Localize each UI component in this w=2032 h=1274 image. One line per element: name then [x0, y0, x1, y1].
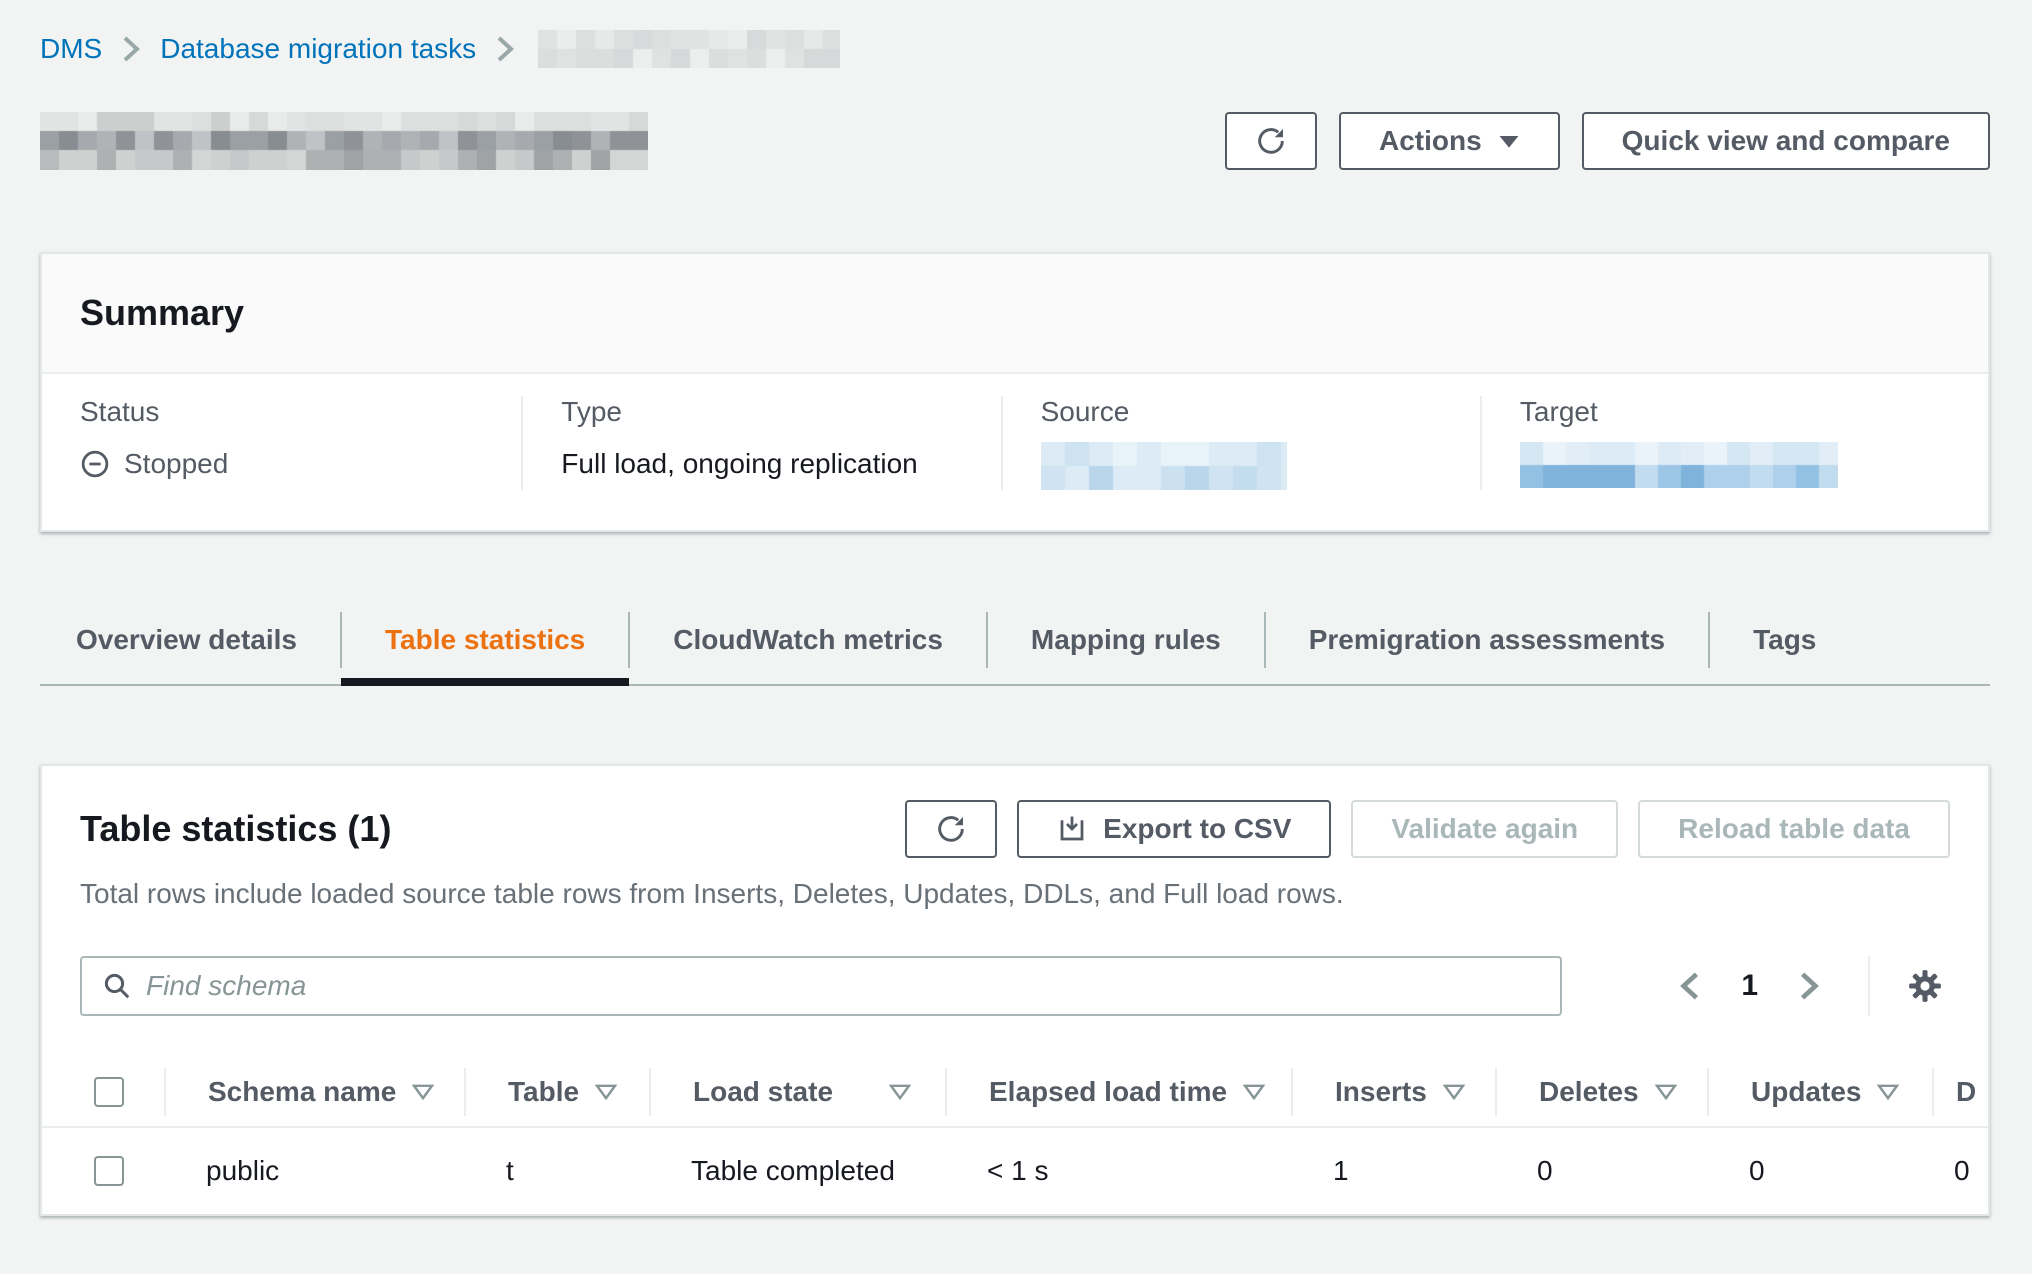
settings-gear-button[interactable] — [1900, 961, 1950, 1011]
column-header-table[interactable]: Table — [464, 1068, 649, 1116]
select-all-checkbox[interactable] — [94, 1077, 124, 1107]
column-header-elapsed-load-time[interactable]: Elapsed load time — [945, 1068, 1291, 1116]
column-label: Load state — [693, 1076, 833, 1108]
column-header-load-state[interactable]: Load state — [649, 1068, 945, 1116]
column-label: Deletes — [1539, 1076, 1639, 1108]
tab-mapping-rules[interactable]: Mapping rules — [987, 596, 1265, 684]
tab-bar: Overview detailsTable statisticsCloudWat… — [40, 596, 1990, 686]
caret-down-icon — [1498, 134, 1520, 149]
status-value: Stopped — [124, 448, 228, 480]
cell-inserts: 1 — [1291, 1155, 1495, 1187]
column-label: Elapsed load time — [989, 1076, 1227, 1108]
tab-overview-details[interactable]: Overview details — [40, 596, 341, 684]
cell-table: t — [464, 1155, 649, 1187]
table-statistics-card: Table statistics (1) Export to CSV Valid… — [40, 764, 1990, 1216]
cell-deletes: 0 — [1495, 1155, 1707, 1187]
cell-elapsed-load-time: < 1 s — [945, 1155, 1291, 1187]
quick-view-compare-button[interactable]: Quick view and compare — [1582, 112, 1990, 170]
stopped-status-icon — [80, 449, 110, 479]
table-controls: 1 — [42, 956, 1988, 1016]
table-refresh-button[interactable] — [905, 800, 997, 858]
page-title-redacted — [40, 112, 648, 170]
sort-filter-icon[interactable] — [1877, 1083, 1899, 1101]
breadcrumb-chevron-icon — [494, 35, 516, 63]
export-download-icon — [1057, 814, 1087, 844]
tab-table-statistics[interactable]: Table statistics — [341, 596, 629, 684]
breadcrumb-chevron-icon — [120, 35, 142, 63]
export-csv-button[interactable]: Export to CSV — [1017, 800, 1331, 858]
column-label: Updates — [1751, 1076, 1861, 1108]
cell-d: 0 — [1932, 1155, 1990, 1187]
cell-schema-name: public — [164, 1155, 464, 1187]
summary-field-status: Status Stopped — [42, 396, 521, 490]
cell-updates: 0 — [1707, 1155, 1932, 1187]
table-body: publictTable completed< 1 s1000 — [42, 1128, 1988, 1214]
column-label: Schema name — [208, 1076, 396, 1108]
summary-field-target: Target — [1480, 396, 1988, 490]
tab-tags[interactable]: Tags — [1709, 596, 1860, 684]
previous-page-button[interactable] — [1665, 965, 1715, 1007]
column-header-d[interactable]: D — [1932, 1068, 1990, 1116]
column-label: D — [1956, 1076, 1976, 1108]
column-header-inserts[interactable]: Inserts — [1291, 1068, 1495, 1116]
summary-card: Summary Status Stopped Type Full load, o… — [40, 252, 1990, 532]
table-statistics-title: Table statistics (1) — [80, 808, 391, 850]
status-label: Status — [80, 396, 491, 428]
page-header-actions: Actions Quick view and compare — [1225, 112, 1990, 170]
controls-divider — [1868, 956, 1870, 1016]
refresh-icon — [935, 813, 967, 845]
actions-button[interactable]: Actions — [1339, 112, 1560, 170]
sort-filter-icon[interactable] — [889, 1083, 911, 1101]
search-box — [80, 956, 1562, 1016]
cell-load-state: Table completed — [649, 1155, 945, 1187]
summary-card-header: Summary — [42, 254, 1988, 374]
refresh-icon — [1255, 125, 1287, 157]
statistics-table: Schema name Table Load state Elapsed load t… — [42, 1058, 1988, 1214]
current-page-number[interactable]: 1 — [1741, 969, 1758, 1003]
column-header-schema-name[interactable]: Schema name — [164, 1068, 464, 1116]
table-header-row: Schema name Table Load state Elapsed load t… — [42, 1058, 1988, 1128]
summary-field-source: Source — [1001, 396, 1480, 490]
sort-filter-icon[interactable] — [1243, 1083, 1265, 1101]
header-checkbox-cell — [42, 1068, 164, 1116]
table-statistics-buttons: Export to CSV Validate again Reload tabl… — [905, 800, 1950, 858]
column-header-updates[interactable]: Updates — [1707, 1068, 1932, 1116]
breadcrumb-current-redacted — [538, 30, 840, 68]
breadcrumb: DMS Database migration tasks — [40, 30, 1990, 68]
tab-cloudwatch-metrics[interactable]: CloudWatch metrics — [629, 596, 987, 684]
gear-icon — [1906, 967, 1944, 1005]
source-label: Source — [1041, 396, 1450, 428]
next-page-button[interactable] — [1784, 965, 1834, 1007]
sort-filter-icon[interactable] — [412, 1083, 434, 1101]
table-statistics-header: Table statistics (1) Export to CSV Valid… — [42, 766, 1988, 858]
page-header: Actions Quick view and compare — [40, 112, 1990, 170]
type-value: Full load, ongoing replication — [561, 448, 917, 480]
row-checkbox-cell — [42, 1156, 164, 1186]
target-label: Target — [1520, 396, 1958, 428]
table-row: publictTable completed< 1 s1000 — [42, 1128, 1988, 1214]
target-value-redacted — [1520, 442, 1838, 488]
sort-filter-icon[interactable] — [595, 1083, 617, 1101]
reload-table-data-button[interactable]: Reload table data — [1638, 800, 1950, 858]
row-checkbox[interactable] — [94, 1156, 124, 1186]
sort-filter-icon[interactable] — [1655, 1083, 1677, 1101]
summary-body: Status Stopped Type Full load, ongoing r… — [42, 374, 1988, 530]
table-statistics-description: Total rows include loaded source table r… — [42, 878, 1988, 910]
column-header-deletes[interactable]: Deletes — [1495, 1068, 1707, 1116]
page: DMS Database migration tasks Actions — [0, 0, 2032, 1216]
validate-again-button[interactable]: Validate again — [1351, 800, 1618, 858]
column-label: Table — [508, 1076, 579, 1108]
tab-premigration-assessments[interactable]: Premigration assessments — [1265, 596, 1709, 684]
source-value-redacted — [1041, 442, 1287, 490]
summary-title: Summary — [80, 292, 1950, 334]
breadcrumb-link-tasks[interactable]: Database migration tasks — [160, 33, 476, 65]
find-schema-input[interactable] — [80, 956, 1562, 1016]
column-label: Inserts — [1335, 1076, 1427, 1108]
refresh-button[interactable] — [1225, 112, 1317, 170]
breadcrumb-link-dms[interactable]: DMS — [40, 33, 102, 65]
type-label: Type — [561, 396, 970, 428]
summary-field-type: Type Full load, ongoing replication — [521, 396, 1000, 490]
pagination: 1 — [1665, 956, 1950, 1016]
sort-filter-icon[interactable] — [1443, 1083, 1465, 1101]
